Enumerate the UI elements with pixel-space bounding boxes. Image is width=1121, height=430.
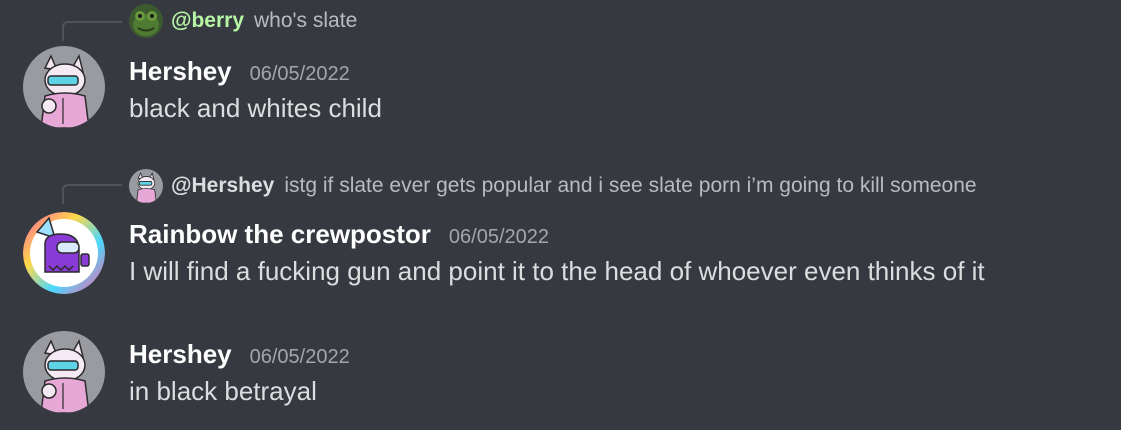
pink-cat-character-avatar-icon <box>129 169 163 203</box>
purple-crewmate-rainbow-avatar-icon[interactable] <box>23 212 105 294</box>
reply-connector <box>62 184 122 204</box>
message-header: Hershey 06/05/2022 <box>129 339 350 370</box>
message-content: in black betrayal <box>129 376 317 406</box>
reply-text: who's slate <box>254 9 358 32</box>
username[interactable]: Hershey <box>129 56 232 87</box>
message-content: I will find a fucking gun and point it t… <box>129 256 985 286</box>
reply-text: istg if slate ever gets popular and i se… <box>284 174 977 197</box>
username[interactable]: Hershey <box>129 339 232 370</box>
reply-connector <box>62 21 122 41</box>
username[interactable]: Rainbow the crewpostor <box>129 219 431 250</box>
timestamp[interactable]: 06/05/2022 <box>250 63 350 86</box>
green-frog-avatar-icon <box>129 4 163 38</box>
reply-mention[interactable]: @Hershey <box>171 174 274 198</box>
reply-preview[interactable]: @Hershey istg if slate ever gets popular… <box>129 169 977 203</box>
pink-cat-character-avatar-icon[interactable] <box>23 46 105 128</box>
reply-mention[interactable]: @berry <box>171 9 244 33</box>
message-header: Hershey 06/05/2022 <box>129 56 350 87</box>
timestamp[interactable]: 06/05/2022 <box>449 226 549 249</box>
message-content: black and whites child <box>129 93 382 123</box>
message-header: Rainbow the crewpostor 06/05/2022 <box>129 219 549 250</box>
reply-preview[interactable]: @berry who's slate <box>129 4 357 38</box>
pink-cat-character-avatar-icon[interactable] <box>23 331 105 413</box>
timestamp[interactable]: 06/05/2022 <box>250 346 350 369</box>
